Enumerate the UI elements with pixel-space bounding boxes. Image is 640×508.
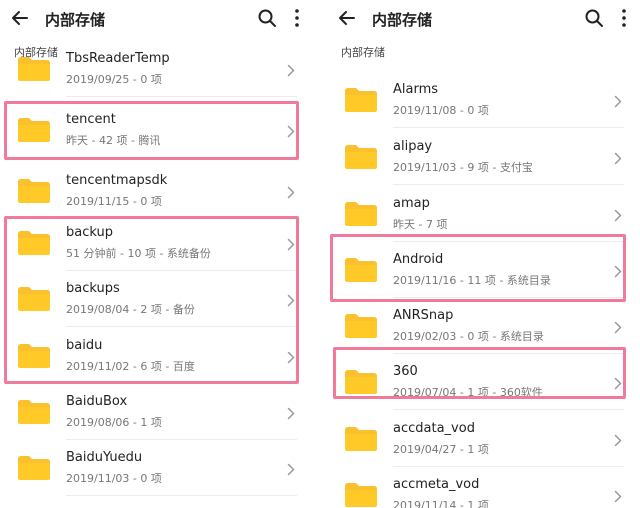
folder-meta: 2019/02/03 - 0 项 - 系统目录 xyxy=(393,330,544,343)
page-title: 内部存储 xyxy=(45,11,106,29)
folder-row[interactable]: ANRSnap 2019/02/03 - 0 项 - 系统目录 xyxy=(327,297,640,354)
folder-icon xyxy=(343,426,379,452)
folder-meta: 2019/11/15 - 0 项 xyxy=(66,195,162,208)
folder-icon xyxy=(343,87,379,113)
chevron-right-icon xyxy=(287,184,295,199)
breadcrumb: 内部存储 xyxy=(341,46,385,59)
folder-name: alipay xyxy=(393,139,433,154)
search-icon[interactable] xyxy=(584,8,604,28)
divider xyxy=(66,495,297,496)
chevron-right-icon xyxy=(614,93,622,108)
folder-row[interactable]: accdata_vod 2019/04/27 - 1 项 xyxy=(327,410,640,467)
folder-name: TbsReaderTemp xyxy=(66,51,170,66)
folder-icon xyxy=(16,56,52,82)
highlight-box xyxy=(330,234,626,302)
folder-row[interactable]: BaiduYuedu 2019/11/03 - 0 项 xyxy=(0,439,313,496)
folder-meta: 2019/11/08 - 0 项 xyxy=(393,104,489,117)
folder-name: ANRSnap xyxy=(393,308,454,323)
chevron-right-icon xyxy=(287,461,295,476)
folder-meta: 2019/11/14 - 1 项 xyxy=(393,499,489,508)
more-vert-icon[interactable] xyxy=(293,8,301,28)
folder-name: BaiduBox xyxy=(66,394,128,409)
folder-name: accmeta_vod xyxy=(393,477,480,492)
folder-icon xyxy=(16,178,52,204)
chevron-right-icon xyxy=(287,405,295,420)
folder-row[interactable]: Alarms 2019/11/08 - 0 项 xyxy=(327,71,640,128)
more-vert-icon[interactable] xyxy=(620,8,628,28)
folder-meta: 2019/11/03 - 0 项 xyxy=(66,472,162,485)
folder-meta: 昨天 - 7 项 xyxy=(393,218,448,231)
folder-icon xyxy=(343,313,379,339)
app-bar: 内部存储 xyxy=(0,0,313,36)
folder-row[interactable]: alipay 2019/11/03 - 9 项 - 支付宝 xyxy=(327,128,640,185)
folder-icon xyxy=(343,201,379,227)
search-icon[interactable] xyxy=(257,8,277,28)
folder-meta: 2019/09/25 - 0 项 xyxy=(66,73,162,86)
folder-name: amap xyxy=(393,196,430,211)
arrow-back-icon[interactable] xyxy=(10,8,30,28)
folder-row[interactable]: BaiduBox 2019/08/06 - 1 项 xyxy=(0,383,313,440)
folder-row[interactable]: accmeta_vod 2019/11/14 - 1 项 xyxy=(327,466,640,508)
chevron-right-icon xyxy=(614,488,622,503)
folder-icon xyxy=(16,455,52,481)
folder-name: tencentmapsdk xyxy=(66,173,168,188)
folder-meta: 2019/11/03 - 9 项 - 支付宝 xyxy=(393,161,533,174)
folder-meta: 2019/04/27 - 1 项 xyxy=(393,443,489,456)
chevron-right-icon xyxy=(614,319,622,334)
chevron-right-icon xyxy=(614,207,622,222)
arrow-back-icon[interactable] xyxy=(337,8,357,28)
highlight-box xyxy=(4,101,299,160)
highlight-box xyxy=(333,347,626,399)
chevron-right-icon xyxy=(614,150,622,165)
app-bar: 内部存储 xyxy=(327,0,640,36)
folder-icon xyxy=(16,399,52,425)
folder-icon xyxy=(343,482,379,508)
divider xyxy=(66,96,297,97)
folder-name: accdata_vod xyxy=(393,421,475,436)
folder-icon xyxy=(343,144,379,170)
chevron-right-icon xyxy=(614,432,622,447)
folder-row[interactable]: tencentmapsdk 2019/11/15 - 0 项 xyxy=(0,162,313,219)
folder-row[interactable]: TbsReaderTemp 2019/09/25 - 0 项 xyxy=(0,40,313,97)
folder-name: BaiduYuedu xyxy=(66,450,143,465)
folder-name: Alarms xyxy=(393,82,439,97)
chevron-right-icon xyxy=(287,62,295,77)
folder-meta: 2019/08/06 - 1 项 xyxy=(66,416,162,429)
highlight-box xyxy=(4,216,299,384)
page-title: 内部存储 xyxy=(372,11,433,29)
